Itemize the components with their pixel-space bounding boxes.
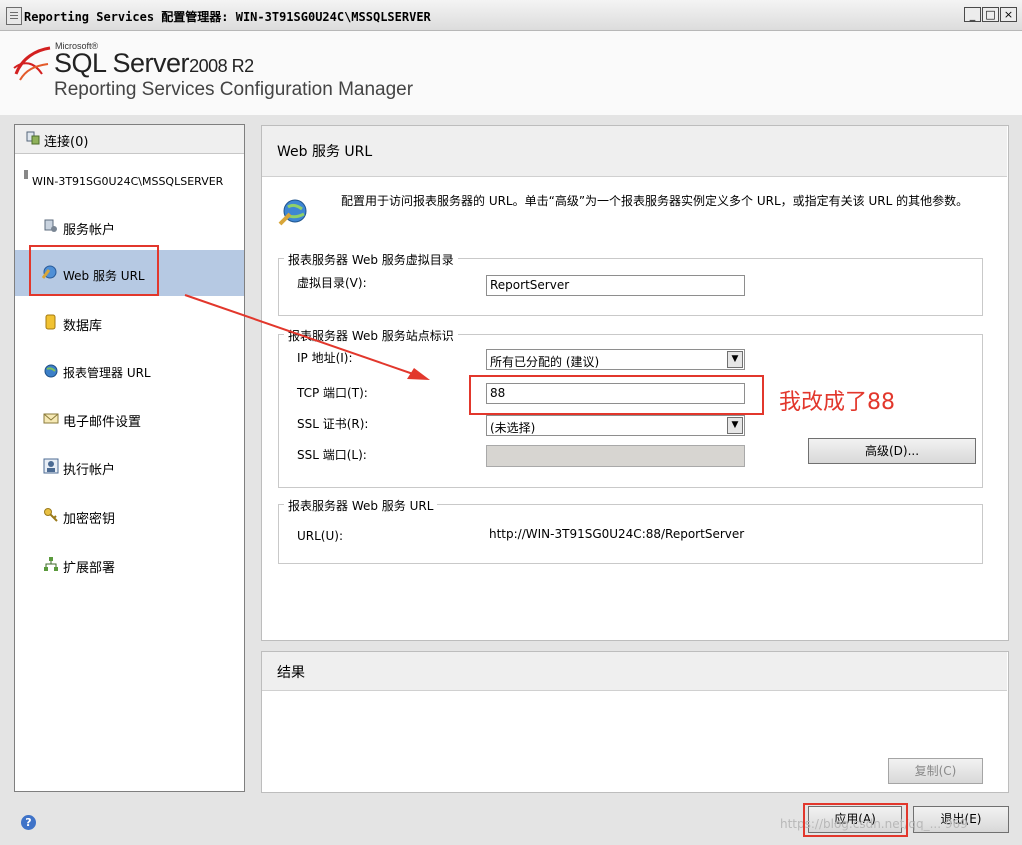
results-header <box>262 652 1007 691</box>
key-icon <box>44 508 58 522</box>
virtual-directory-label: 虚拟目录(V): <box>297 276 367 290</box>
service-account-icon <box>44 219 57 232</box>
connect-icon[interactable] <box>26 131 40 145</box>
virtual-directory-legend: 报表服务器 Web 服务虚拟目录 <box>284 251 458 268</box>
chevron-down-icon[interactable]: ▼ <box>727 417 743 434</box>
main-panel-header <box>262 126 1007 177</box>
sidebar-item-label: 数据库 <box>63 319 103 334</box>
ssl-certificate-value: (未选择) <box>490 421 536 435</box>
url-label: URL(U): <box>297 529 343 543</box>
ssl-certificate-label: SSL 证书(R): <box>297 417 369 431</box>
annotation-box-nav <box>29 245 159 296</box>
site-identification-legend: 报表服务器 Web 服务站点标识 <box>284 327 458 344</box>
ip-address-value: 所有已分配的 (建议) <box>490 355 600 369</box>
window-title: Reporting Services 配置管理器: WIN-3T91SG0U24… <box>24 10 431 24</box>
web-service-url-legend: 报表服务器 Web 服务 URL <box>284 497 438 514</box>
help-icon[interactable]: ? <box>21 815 36 830</box>
product-name: SQL Server2008 R2 <box>54 48 254 79</box>
ip-address-label: IP 地址(I): <box>297 351 353 365</box>
close-button[interactable]: × <box>1000 7 1017 22</box>
app-subtitle: Reporting Services Configuration Manager <box>54 79 414 100</box>
page-description: 配置用于访问报表服务器的 URL。单击“高级”为一个报表服务器实例定义多个 UR… <box>341 194 969 208</box>
sidebar-item-email-settings[interactable]: 电子邮件设置 <box>15 396 244 442</box>
connect-label[interactable]: 连接(0) <box>44 131 88 150</box>
advanced-button[interactable]: 高级(D)... <box>808 438 976 464</box>
scale-out-icon <box>44 557 58 571</box>
chevron-down-icon[interactable]: ▼ <box>727 351 743 368</box>
sidebar-item-database[interactable]: 数据库 <box>15 300 244 346</box>
sidebar-item-scale-out-deployment[interactable]: 扩展部署 <box>15 542 244 588</box>
product-version: 2008 R2 <box>189 56 254 76</box>
globe-icon <box>44 364 58 378</box>
page-title: Web 服务 URL <box>277 144 373 160</box>
sidebar-item-label: 电子邮件设置 <box>63 415 142 430</box>
results-title: 结果 <box>277 665 305 681</box>
virtual-directory-input[interactable]: ReportServer <box>486 275 745 296</box>
ssl-certificate-select[interactable]: (未选择) ▼ <box>486 415 745 436</box>
tcp-port-label: TCP 端口(T): <box>297 386 368 400</box>
server-name: WIN-3T91SG0U24C\MSSQLSERVER <box>32 175 224 188</box>
sidebar-item-label: 扩展部署 <box>63 561 116 576</box>
server-icon <box>24 170 28 179</box>
sidebar-item-label: 执行帐户 <box>63 463 116 478</box>
ssl-port-label: SSL 端口(L): <box>297 448 367 462</box>
app-icon <box>6 7 22 25</box>
email-icon <box>43 413 59 424</box>
sidebar-item-service-account[interactable]: 服务帐户 <box>15 204 244 250</box>
copy-button[interactable]: 复制(C) <box>888 758 983 784</box>
sidebar-item-label: 加密密钥 <box>63 512 116 527</box>
annotation-note: 我改成了88 <box>779 390 895 415</box>
sidebar-item-label: 报表管理器 URL <box>63 366 151 380</box>
sidebar-item-label: 服务帐户 <box>63 223 116 238</box>
sidebar-item-encryption-keys[interactable]: 加密密钥 <box>15 493 244 539</box>
sidebar-item-report-manager-url[interactable]: 报表管理器 URL <box>15 349 244 395</box>
web-service-globe-icon <box>278 199 307 226</box>
maximize-button[interactable]: □ <box>982 7 999 22</box>
sql-server-logo-icon <box>13 46 51 81</box>
database-icon <box>45 314 56 330</box>
ssl-port-input <box>486 445 745 467</box>
execution-account-icon <box>43 458 59 474</box>
sidebar-item-execution-account[interactable]: 执行帐户 <box>15 444 244 490</box>
annotation-box-apply <box>803 803 908 837</box>
minimize-button[interactable]: _ <box>964 7 981 22</box>
annotation-box-tcp <box>469 375 764 415</box>
url-link[interactable]: http://WIN-3T91SG0U24C:88/ReportServer <box>489 527 744 541</box>
ip-address-select[interactable]: 所有已分配的 (建议) ▼ <box>486 349 745 370</box>
product-label: SQL Server <box>54 48 190 78</box>
